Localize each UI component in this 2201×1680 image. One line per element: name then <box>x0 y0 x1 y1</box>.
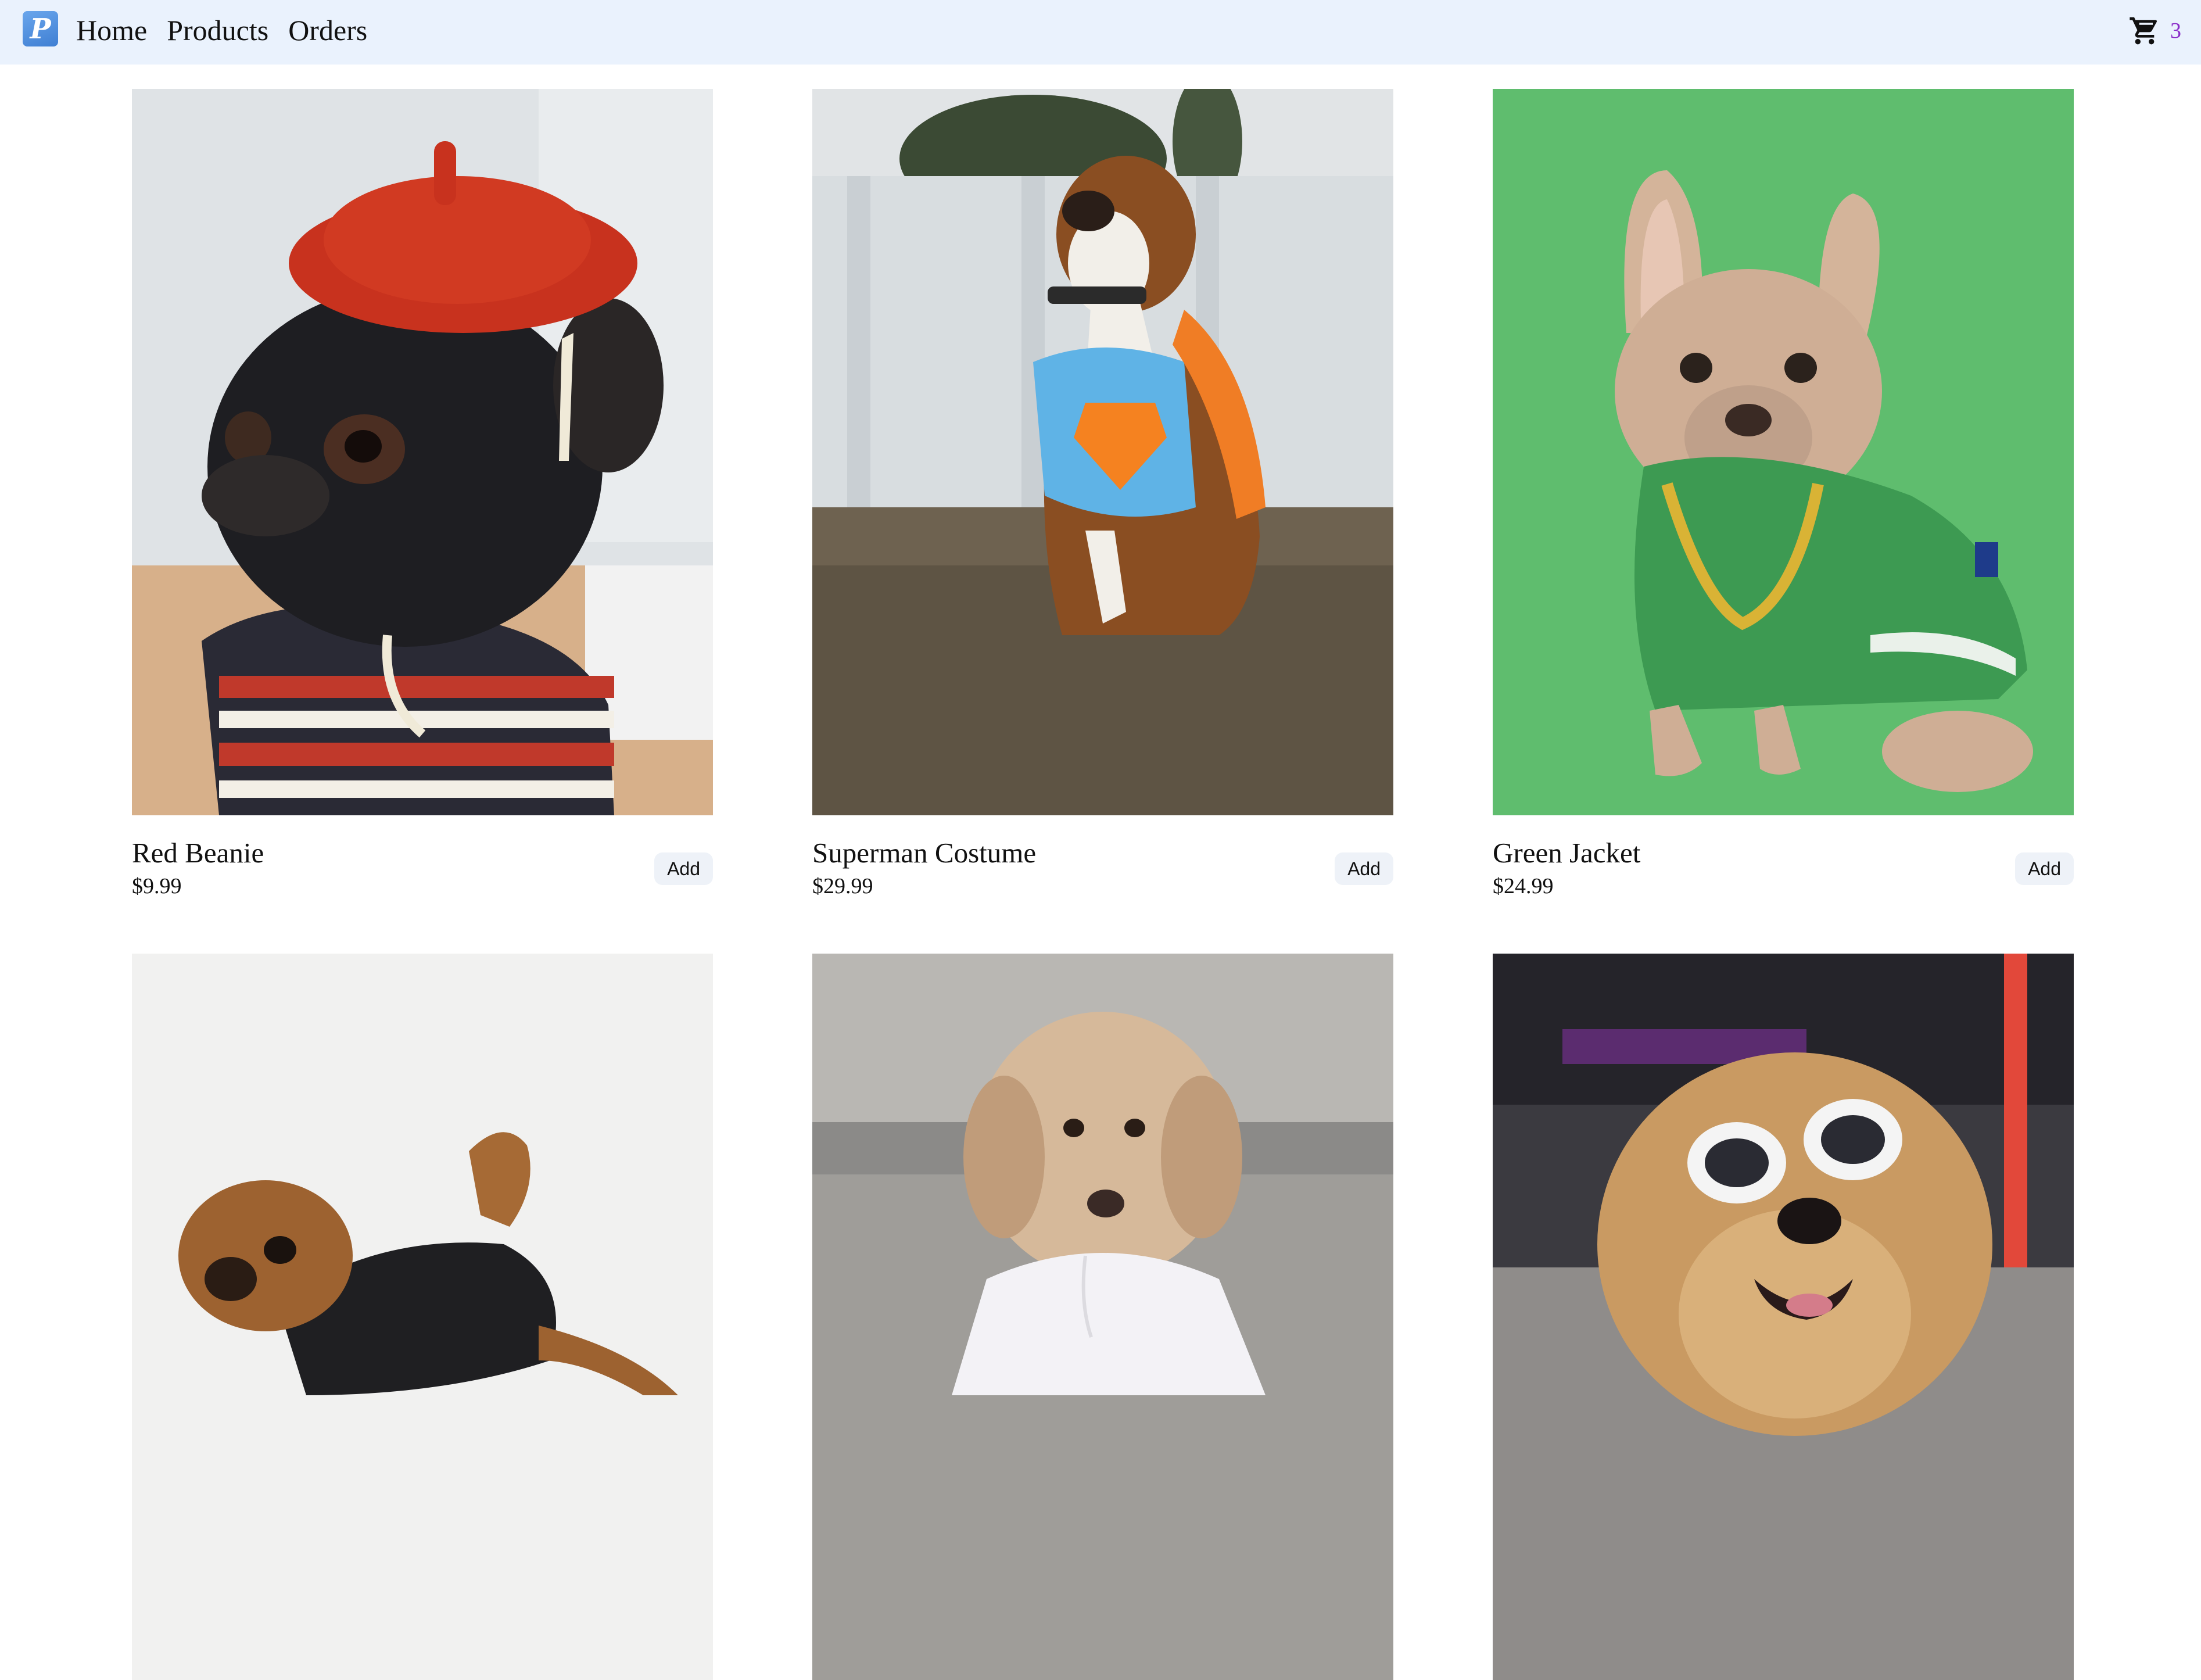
product-price: $29.99 <box>812 874 873 898</box>
add-to-cart-button[interactable]: Add <box>2015 852 2074 885</box>
product-info: Superman Costume $29.99 Add <box>812 837 1393 901</box>
nav-link-orders[interactable]: Orders <box>288 16 367 45</box>
nav-links: Home Products Orders <box>76 8 367 52</box>
product-name: Red Beanie <box>132 837 264 869</box>
product-info: Green Jacket $24.99 Add <box>1493 837 2074 901</box>
product-name: Superman Costume <box>812 837 1037 869</box>
product-image-superman-costume[interactable] <box>812 89 1393 815</box>
product-image[interactable] <box>812 954 1393 1680</box>
product-info: Red Beanie $9.99 Add <box>132 837 713 901</box>
product-price: $9.99 <box>132 874 182 898</box>
product-name: Green Jacket <box>1493 837 1641 869</box>
add-to-cart-button[interactable]: Add <box>654 852 713 885</box>
product-image[interactable] <box>132 954 713 1680</box>
top-navbar: P Home Products Orders 3 <box>0 0 2201 65</box>
cart-button[interactable]: 3 <box>2128 10 2181 51</box>
product-price: $24.99 <box>1493 874 1554 898</box>
cart-count-badge: 3 <box>2170 19 2181 43</box>
nav-link-products[interactable]: Products <box>167 16 268 45</box>
product-image[interactable] <box>1493 954 2074 1680</box>
app-logo[interactable]: P <box>23 11 58 46</box>
product-image-red-beanie[interactable] <box>132 89 713 815</box>
add-to-cart-button[interactable]: Add <box>1335 852 1393 885</box>
product-image-green-jacket[interactable] <box>1493 89 2074 815</box>
shopping-cart-icon <box>2130 17 2157 45</box>
nav-link-home[interactable]: Home <box>76 16 147 45</box>
